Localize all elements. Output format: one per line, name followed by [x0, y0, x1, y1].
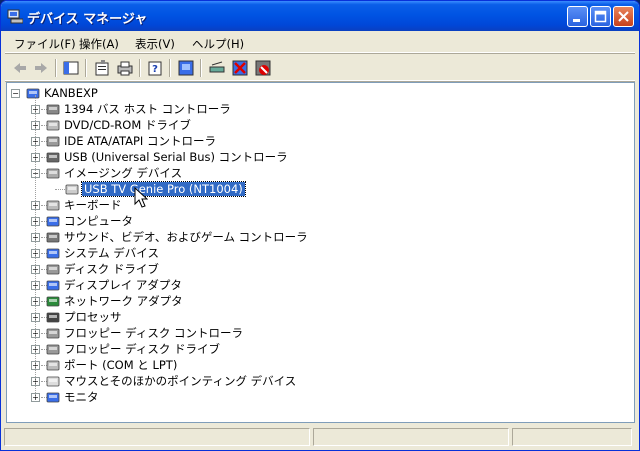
properties-icon[interactable]: [93, 59, 111, 77]
tree-item-label: ポート (COM と LPT): [64, 358, 178, 372]
ide-controller-icon: [46, 136, 60, 147]
tree-item-label: サウンド、ビデオ、およびゲーム コントローラ: [64, 230, 308, 244]
tree-item-label: システム デバイス: [64, 246, 159, 260]
status-cell: [512, 428, 632, 446]
menu-bar: ファイル(F) 操作(A) 表示(V) ヘルプ(H): [5, 32, 635, 53]
tree-item-label: モニタ: [64, 390, 99, 404]
show-hide-console-tree-icon[interactable]: [62, 59, 80, 77]
maximize-icon: [594, 10, 607, 23]
toolbar-separator: [200, 59, 202, 77]
help-icon[interactable]: ?: [146, 59, 164, 77]
network-adapter-icon: [46, 296, 60, 307]
toolbar-separator: [55, 59, 57, 77]
tree-item-label: 1394 バス ホスト コントローラ: [64, 102, 231, 116]
title-bar[interactable]: デバイス マネージャ: [1, 1, 639, 31]
processor-icon: [46, 312, 60, 323]
svg-text:?: ?: [152, 64, 158, 75]
tree-item-label: USB (Universal Serial Bus) コントローラ: [64, 150, 288, 164]
cdrom-icon: [46, 120, 60, 131]
print-icon[interactable]: [116, 59, 134, 77]
tree-item-label: イメージング デバイス: [64, 166, 183, 180]
window-title: デバイス マネージャ: [27, 12, 148, 27]
tree-item-label: コンピュータ: [64, 214, 133, 228]
tree-item-label: DVD/CD-ROM ドライブ: [64, 118, 191, 132]
close-icon: [618, 11, 629, 22]
menu-view[interactable]: 表示(V): [135, 36, 175, 52]
update-driver-icon[interactable]: [177, 59, 195, 77]
minimize-icon: [573, 19, 580, 22]
status-cell: [313, 428, 509, 446]
toolbar: ?: [5, 55, 635, 81]
toolbar-separator: [85, 59, 87, 77]
uninstall-icon[interactable]: [231, 59, 249, 77]
tree-root-label: KANBEXP: [44, 86, 98, 100]
device-manager-icon: [7, 9, 23, 24]
1394-controller-icon: [46, 104, 60, 115]
tree-item-label: マウスとそのほかのポインティング デバイス: [64, 374, 297, 388]
disk-drive-icon: [46, 264, 60, 275]
scan-hardware-icon[interactable]: [208, 59, 226, 77]
system-device-icon: [46, 248, 60, 259]
imaging-device-icon: [46, 168, 60, 179]
status-cell: [4, 428, 310, 446]
minimize-button[interactable]: [567, 6, 588, 27]
forward-arrow-icon[interactable]: [32, 59, 50, 77]
menu-help[interactable]: ヘルプ(H): [192, 36, 244, 52]
camera-icon: [65, 184, 79, 195]
tree-item-label: ディスプレイ アダプタ: [64, 278, 182, 292]
tree-item-label: ネットワーク アダプタ: [64, 294, 183, 308]
close-button[interactable]: [613, 6, 634, 27]
computer-icon: [26, 88, 40, 99]
collapse-icon[interactable]: −: [11, 89, 20, 98]
tree-item-label: フロッピー ディスク コントローラ: [64, 326, 244, 340]
floppy-controller-icon: [46, 328, 60, 339]
monitor-icon: [46, 392, 60, 403]
sound-icon: [46, 232, 60, 243]
disable-device-icon[interactable]: [254, 59, 272, 77]
tree-connector: [35, 95, 36, 397]
display-adapter-icon: [46, 280, 60, 291]
tree-child-label: USB TV Genie Pro (NT1004): [81, 181, 246, 197]
device-tree[interactable]: − KANBEXP +1394 バス ホスト コントローラ + DVD/CD-ROM ド…: [6, 82, 635, 423]
mouse-icon: [46, 376, 60, 387]
status-bar: [4, 426, 636, 448]
toolbar-separator: [169, 59, 171, 77]
tree-item-label: ディスク ドライブ: [64, 262, 159, 276]
floppy-drive-icon: [46, 344, 60, 355]
maximize-button[interactable]: [590, 6, 611, 27]
port-icon: [46, 360, 60, 371]
mouse-pointer-icon: [134, 187, 148, 208]
computer-icon: [46, 216, 60, 227]
usb-icon: [46, 152, 60, 163]
tree-item-label: キーボード: [64, 198, 122, 212]
menu-file[interactable]: ファイル(F): [14, 36, 76, 52]
tree-item-label: プロセッサ: [64, 310, 122, 324]
device-manager-window: デバイス マネージャ ファイル(F) 操作(A) 表示(V) ヘルプ(H) ?: [0, 0, 640, 451]
toolbar-separator: [139, 59, 141, 77]
tree-item-label: IDE ATA/ATAPI コントローラ: [64, 134, 216, 148]
menu-action[interactable]: 操作(A): [79, 36, 119, 52]
tree-item-label: フロッピー ディスク ドライブ: [64, 342, 221, 356]
keyboard-icon: [46, 200, 60, 211]
back-arrow-icon[interactable]: [11, 59, 29, 77]
